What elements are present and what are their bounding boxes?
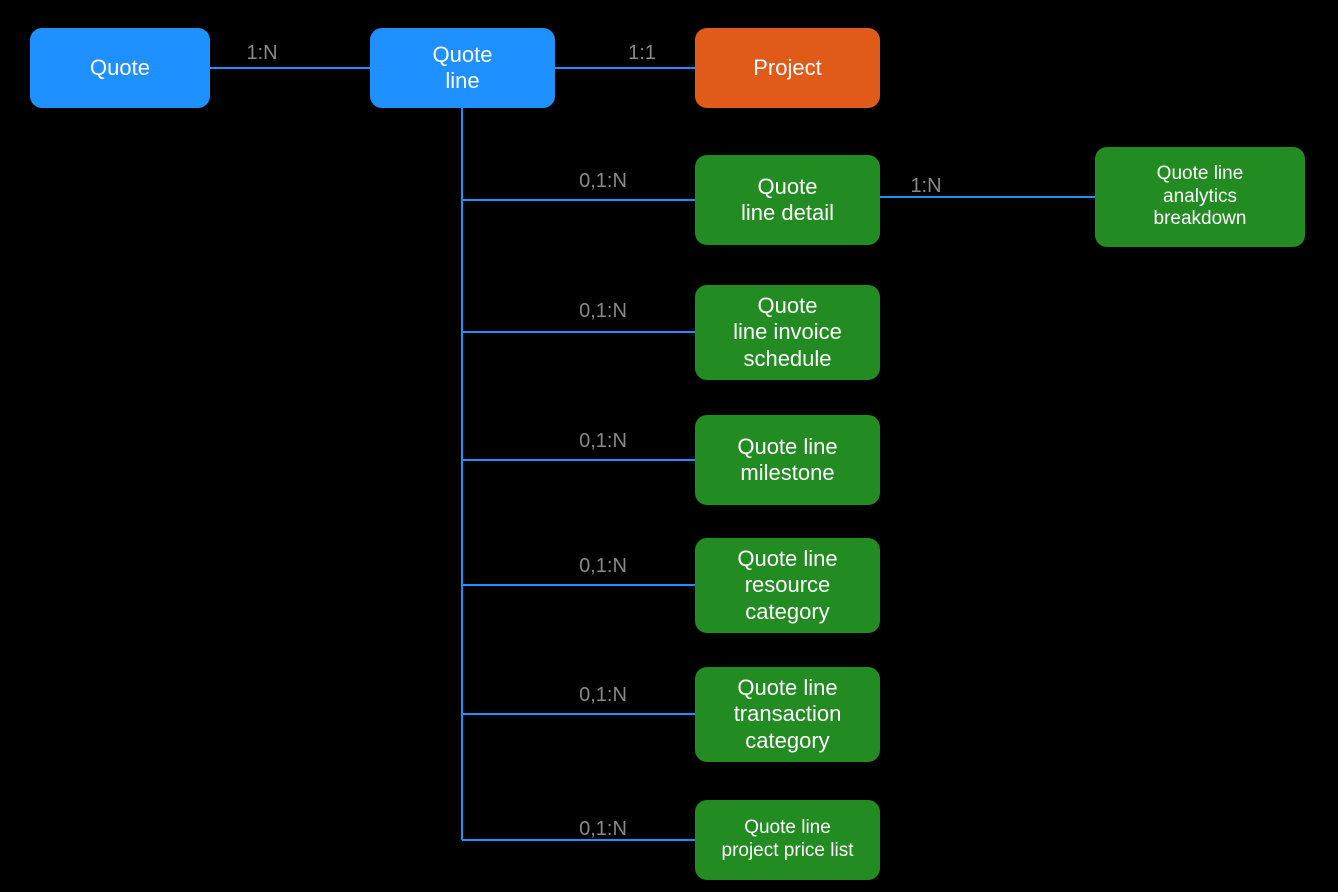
quote-line-analytics-label: Quote line analytics breakdown xyxy=(1154,163,1247,231)
quote-line-analytics-node: Quote line analytics breakdown xyxy=(1095,147,1305,247)
quote-node-label: Quote xyxy=(90,55,150,81)
quote-line-transaction-node: Quote line transaction category xyxy=(695,667,880,762)
quote-line-resource-label: Quote line resource category xyxy=(737,546,837,625)
label-quoteline-to-project: 1:1 xyxy=(612,42,672,65)
connector-lines xyxy=(0,0,1338,892)
label-quoteline-to-transaction: 0,1:N xyxy=(563,684,643,707)
quote-line-milestone-node: Quote line milestone xyxy=(695,415,880,505)
quote-line-node-label: Quote line xyxy=(433,42,493,95)
quote-line-price-node: Quote line project price list xyxy=(695,800,880,880)
quote-line-price-label: Quote line project price list xyxy=(722,817,854,863)
quote-line-resource-node: Quote line resource category xyxy=(695,538,880,633)
project-node-label: Project xyxy=(753,55,821,81)
project-node: Project xyxy=(695,28,880,108)
quote-line-invoice-label: Quote line invoice schedule xyxy=(733,293,842,372)
label-quoteline-to-milestone: 0,1:N xyxy=(563,430,643,453)
label-detail-to-analytics: 1:N xyxy=(896,175,956,198)
quote-line-node: Quote line xyxy=(370,28,555,108)
quote-line-detail-label: Quote line detail xyxy=(741,174,834,227)
quote-node: Quote xyxy=(30,28,210,108)
diagram-container: Quote Quote line Project Quote line deta… xyxy=(0,0,1338,892)
label-quoteline-to-price: 0,1:N xyxy=(563,818,643,841)
label-quote-to-quoteline: 1:N xyxy=(232,42,292,65)
label-quoteline-to-invoice: 0,1:N xyxy=(563,300,643,323)
quote-line-milestone-label: Quote line milestone xyxy=(737,434,837,487)
quote-line-detail-node: Quote line detail xyxy=(695,155,880,245)
label-quoteline-to-resource: 0,1:N xyxy=(563,555,643,578)
quote-line-invoice-node: Quote line invoice schedule xyxy=(695,285,880,380)
quote-line-transaction-label: Quote line transaction category xyxy=(734,675,842,754)
label-quoteline-to-detail: 0,1:N xyxy=(563,170,643,193)
